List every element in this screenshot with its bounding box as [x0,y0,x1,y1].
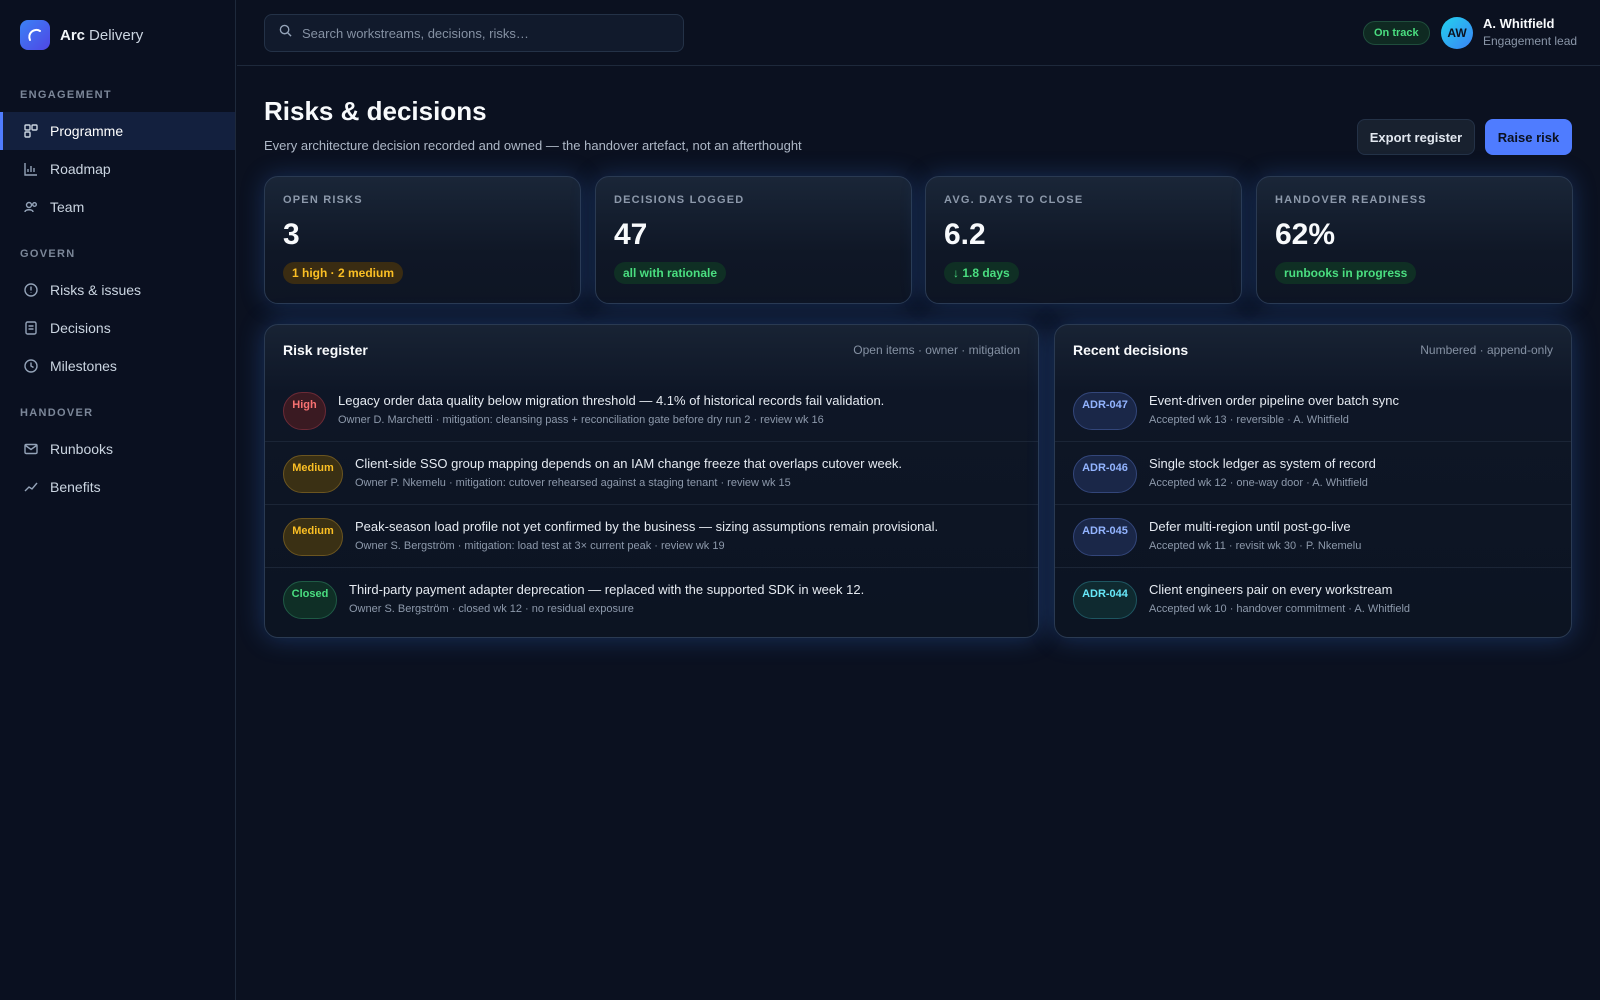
decision-title: Defer multi-region until post-go-live [1149,519,1351,534]
decision-detail: Accepted wk 12 · one-way door · A. Whitf… [1149,477,1368,489]
raise-risk-button[interactable]: Raise risk [1485,119,1572,155]
stat-value: 6.2 [944,218,986,251]
sidebar-item-roadmap[interactable]: Roadmap [0,150,235,188]
trend-icon [24,480,38,494]
stat-card-avg-days: AVG. DAYS TO CLOSE 6.2 ↓ 1.8 days [925,176,1242,304]
nav-section-govern: GOVERN [20,248,76,260]
users-icon [24,200,38,214]
severity-badge: Closed [283,581,337,619]
decision-detail: Accepted wk 11 · revisit wk 30 · P. Nkem… [1149,540,1362,552]
stat-card-handover-readiness: HANDOVER READINESS 62% runbooks in progr… [1256,176,1573,304]
risk-detail: Owner S. Bergström · mitigation: load te… [355,540,725,552]
mail-icon [24,442,38,456]
search-box[interactable] [264,14,684,52]
adr-badge: ADR-047 [1073,392,1137,430]
panel-title: Risk register [283,342,368,358]
decision-title: Single stock ledger as system of record [1149,456,1376,471]
adr-badge: ADR-045 [1073,518,1137,556]
stat-badge: all with rationale [614,262,727,284]
panel-meta: Open items · owner · mitigation [853,343,1020,357]
sidebar-item-label: Risks & issues [50,282,142,298]
stat-value: 62% [1275,218,1336,251]
risk-title: Client-side SSO group mapping depends on… [355,456,903,471]
brand-sub: Delivery [89,26,144,44]
stat-card-open-risks: OPEN RISKS 3 1 high · 2 medium [264,176,581,304]
risk-row[interactable]: Medium Peak-season load profile not yet … [265,505,1038,568]
adr-badge: ADR-044 [1073,581,1137,619]
status-badge: On track [1363,21,1430,45]
page-title: Risks & decisions [264,96,487,126]
decision-row[interactable]: ADR-047 Event-driven order pipeline over… [1055,379,1571,442]
brand-name: Arc [60,26,86,44]
sidebar-item-milestones[interactable]: Milestones [0,347,235,385]
decision-title: Client engineers pair on every workstrea… [1149,582,1393,597]
sidebar-item-runbooks[interactable]: Runbooks [0,430,235,468]
sidebar-item-label: Decisions [50,320,111,336]
decision-detail: Accepted wk 10 · handover commitment · A… [1149,603,1411,615]
sidebar-item-label: Team [50,199,85,215]
risk-title: Legacy order data quality below migratio… [338,393,885,408]
sidebar-item-decisions[interactable]: Decisions [0,309,235,347]
stat-badge: runbooks in progress [1275,262,1417,284]
stat-label: AVG. DAYS TO CLOSE [944,194,1084,206]
search-input[interactable] [302,25,662,41]
sidebar-item-benefits[interactable]: Benefits [0,468,235,506]
panel-meta: Numbered · append-only [1420,343,1553,357]
risk-register-panel: Risk register Open items · owner · mitig… [264,324,1039,638]
recent-decisions-panel: Recent decisions Numbered · append-only … [1054,324,1572,638]
risk-row[interactable]: Closed Third-party payment adapter depre… [265,568,1038,631]
sidebar-item-risks[interactable]: Risks & issues [0,271,235,309]
grid-icon [24,124,38,138]
adr-badge: ADR-046 [1073,455,1137,493]
sidebar-item-label: Runbooks [50,441,114,457]
nav-section-handover: HANDOVER [20,407,94,419]
brand[interactable]: Arc Delivery [0,0,235,70]
avatar[interactable]: AW [1441,17,1473,49]
stat-badge: ↓ 1.8 days [944,262,1019,284]
decision-row[interactable]: ADR-045 Defer multi-region until post-go… [1055,505,1571,568]
topbar: On track AW A. Whitfield Engagement lead [237,0,1600,66]
nav-section-engagement: ENGAGEMENT [20,89,112,101]
severity-badge: Medium [283,518,343,556]
stat-value: 47 [614,218,648,251]
risk-row[interactable]: Medium Client-side SSO group mapping dep… [265,442,1038,505]
logo-icon [20,20,50,50]
panel-title: Recent decisions [1073,342,1189,358]
stat-value: 3 [283,218,300,251]
sidebar-item-label: Roadmap [50,161,111,177]
export-register-button[interactable]: Export register [1357,119,1475,155]
sidebar-item-label: Milestones [50,358,117,374]
stat-label: HANDOVER READINESS [1275,194,1427,206]
risk-detail: Owner P. Nkemelu · mitigation: cutover r… [355,477,791,489]
risk-detail: Owner S. Bergström · closed wk 12 · no r… [349,603,634,615]
risk-title: Peak-season load profile not yet confirm… [355,519,939,534]
stat-label: DECISIONS LOGGED [614,194,745,206]
document-icon [24,321,38,335]
sidebar-item-programme[interactable]: Programme [0,112,235,150]
sidebar-item-team[interactable]: Team [0,188,235,226]
clock-icon [24,359,38,373]
page-subtitle: Every architecture decision recorded and… [264,138,802,153]
bar-chart-icon [24,162,38,176]
stat-label: OPEN RISKS [283,194,363,206]
risk-title: Third-party payment adapter deprecation … [349,582,865,597]
sidebar-item-label: Benefits [50,479,101,495]
search-icon [279,24,292,42]
sidebar: Arc Delivery ENGAGEMENT Programme Roadma… [0,0,236,1000]
alert-circle-icon [24,283,38,297]
decision-row[interactable]: ADR-044 Client engineers pair on every w… [1055,568,1571,631]
sidebar-item-label: Programme [50,123,124,139]
risk-row[interactable]: High Legacy order data quality below mig… [265,379,1038,442]
user-role: Engagement lead [1483,34,1578,48]
decision-detail: Accepted wk 13 · reversible · A. Whitfie… [1149,414,1349,426]
severity-badge: Medium [283,455,343,493]
severity-badge: High [283,392,326,430]
user-name: A. Whitfield [1483,16,1555,31]
stat-card-decisions-logged: DECISIONS LOGGED 47 all with rationale [595,176,912,304]
risk-detail: Owner D. Marchetti · mitigation: cleansi… [338,414,824,426]
stat-badge: 1 high · 2 medium [283,262,404,284]
decision-row[interactable]: ADR-046 Single stock ledger as system of… [1055,442,1571,505]
decision-title: Event-driven order pipeline over batch s… [1149,393,1400,408]
stats-row: OPEN RISKS 3 1 high · 2 medium DECISIONS… [264,176,1573,304]
